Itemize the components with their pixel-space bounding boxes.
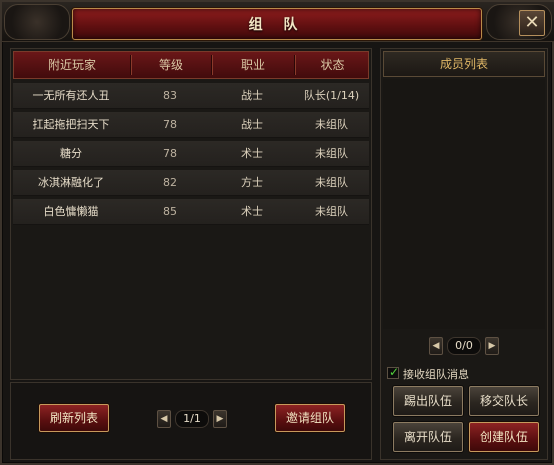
chevron-left-icon: ◀ — [160, 414, 168, 424]
corner-ornament-left — [4, 4, 70, 40]
table-header: 附近玩家 等级 职业 状态 — [13, 51, 369, 79]
player-level: 85 — [163, 205, 177, 218]
prev-page-button[interactable]: ◀ — [157, 410, 171, 428]
column-header-name: 附近玩家 — [47, 58, 96, 72]
player-name: 糖分 — [60, 147, 82, 160]
chevron-right-icon: ▶ — [488, 341, 496, 351]
next-page-button[interactable]: ▶ — [213, 410, 227, 428]
player-name: 白色慵懒猫 — [43, 205, 99, 218]
members-pager: ◀ 0/0 ▶ — [429, 337, 503, 355]
team-window: 组 队 ✕ 附近玩家 等级 职业 状态 一无所有还人丑 83 战士 队长(1/1… — [0, 0, 554, 465]
title-bar[interactable]: 组 队 ✕ — [2, 2, 554, 42]
table-row[interactable]: 冰淇淋融化了 82 方士 未组队 — [13, 170, 369, 196]
checkmark-icon: ✓ — [389, 365, 400, 379]
player-name: 扛起拖把扫天下 — [32, 118, 110, 131]
player-status: 未组队 — [315, 147, 348, 160]
receive-invites-checkbox[interactable]: ✓ — [387, 365, 400, 379]
player-job: 战士 — [241, 118, 263, 131]
player-job: 术士 — [241, 147, 263, 160]
nearby-pager: ◀ 1/1 ▶ — [157, 410, 231, 428]
player-name: 冰淇淋融化了 — [38, 176, 104, 189]
column-header-job: 职业 — [240, 58, 265, 72]
members-header: 成员列表 — [383, 51, 545, 77]
members-title: 成员列表 — [439, 57, 488, 71]
window-title: 组 队 — [248, 17, 306, 33]
chevron-right-icon: ▶ — [216, 414, 224, 424]
nearby-actions-bar: 刷新列表 ◀ 1/1 ▶ 邀请组队 — [10, 382, 372, 460]
player-level: 82 — [163, 176, 177, 189]
player-level: 83 — [163, 89, 177, 102]
player-job: 方士 — [241, 176, 263, 189]
player-status: 未组队 — [315, 118, 348, 131]
create-team-button[interactable]: 创建队伍 — [469, 422, 539, 452]
player-level: 78 — [163, 147, 177, 160]
player-job: 术士 — [241, 205, 263, 218]
title-plaque: 组 队 — [72, 8, 482, 40]
table-row[interactable]: 白色慵懒猫 85 术士 未组队 — [13, 199, 369, 225]
player-job: 战士 — [241, 89, 263, 102]
invite-team-button[interactable]: 邀请组队 — [275, 404, 345, 432]
player-status: 未组队 — [315, 205, 348, 218]
receive-invites-label: 接收组队消息 — [403, 368, 469, 381]
chevron-left-icon: ◀ — [432, 341, 440, 351]
table-row[interactable]: 一无所有还人丑 83 战士 队长(1/14) — [13, 83, 369, 109]
members-panel: 成员列表 ◀ 0/0 ▶ ✓ 接收组队消息 踢出队伍 移交队长 离开队伍 创建队… — [380, 48, 548, 460]
members-page-indicator: 0/0 — [447, 337, 481, 355]
members-prev-button[interactable]: ◀ — [429, 337, 443, 355]
nearby-players-panel: 附近玩家 等级 职业 状态 一无所有还人丑 83 战士 队长(1/14) 扛起拖… — [10, 48, 372, 380]
column-header-status: 状态 — [320, 58, 345, 72]
refresh-list-button[interactable]: 刷新列表 — [39, 404, 109, 432]
table-row[interactable]: 糖分 78 术士 未组队 — [13, 141, 369, 167]
page-indicator: 1/1 — [175, 410, 209, 428]
members-list[interactable] — [383, 79, 545, 329]
column-header-level: 等级 — [158, 58, 183, 72]
table-row[interactable]: 扛起拖把扫天下 78 战士 未组队 — [13, 112, 369, 138]
close-button[interactable]: ✕ — [519, 10, 545, 36]
player-level: 78 — [163, 118, 177, 131]
members-next-button[interactable]: ▶ — [485, 337, 499, 355]
kick-from-team-button[interactable]: 踢出队伍 — [393, 386, 463, 416]
player-status: 队长(1/14) — [303, 89, 360, 102]
player-name: 一无所有还人丑 — [32, 89, 110, 102]
leave-team-button[interactable]: 离开队伍 — [393, 422, 463, 452]
player-status: 未组队 — [315, 176, 348, 189]
close-icon: ✕ — [524, 12, 540, 33]
transfer-leader-button[interactable]: 移交队长 — [469, 386, 539, 416]
